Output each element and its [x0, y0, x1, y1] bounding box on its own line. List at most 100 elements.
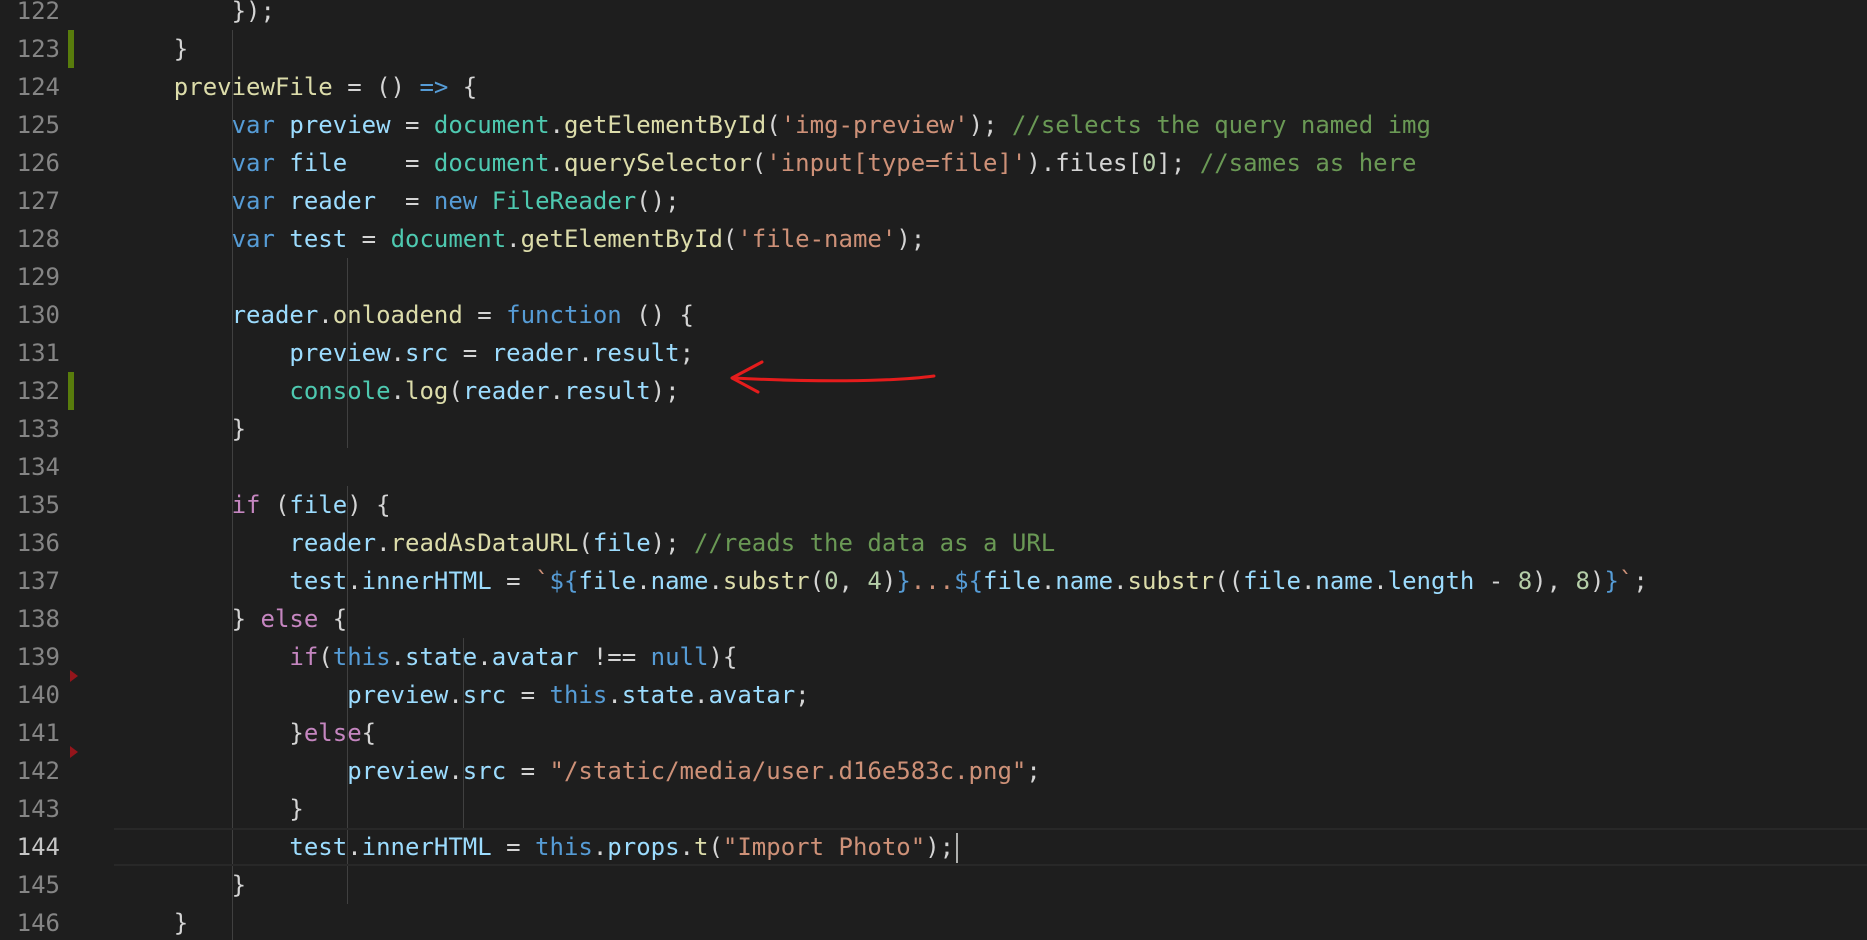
line-number[interactable]: 128	[0, 220, 60, 258]
line-code[interactable]: }	[116, 790, 303, 828]
line-number[interactable]: 145	[0, 866, 60, 904]
line-number[interactable]: 138	[0, 600, 60, 638]
code-line[interactable]: 130 reader.onloadend = function () {	[0, 296, 1867, 334]
code-line[interactable]: 137 test.innerHTML = `${file.name.substr…	[0, 562, 1867, 600]
code-token: result	[563, 377, 651, 405]
line-code[interactable]: test.innerHTML = `${file.name.substr(0, …	[116, 562, 1647, 600]
line-number[interactable]: 127	[0, 182, 60, 220]
code-line[interactable]: 125 var preview = document.getElementByI…	[0, 106, 1867, 144]
code-line[interactable]: 136 reader.readAsDataURL(file); //reads …	[0, 524, 1867, 562]
line-number[interactable]: 132	[0, 372, 60, 410]
code-area[interactable]: 122 }); 123 } 124 previewFile = () => {125…	[0, 0, 1867, 940]
line-code[interactable]: preview.src = this.state.avatar;	[116, 676, 809, 714]
line-code[interactable]: });	[116, 0, 275, 30]
code-line[interactable]: 145 }	[0, 866, 1867, 904]
code-token: ${	[954, 567, 984, 595]
code-line[interactable]: 126 var file = document.querySelector('i…	[0, 144, 1867, 182]
line-number[interactable]: 137	[0, 562, 60, 600]
code-line[interactable]: 123 }	[0, 30, 1867, 68]
code-line[interactable]: 139 if(this.state.avatar !== null){	[0, 638, 1867, 682]
line-number[interactable]: 126	[0, 144, 60, 182]
code-line[interactable]: 128 var test = document.getElementById('…	[0, 220, 1867, 258]
code-token: test	[289, 225, 348, 253]
code-line[interactable]: 146 }	[0, 904, 1867, 940]
line-code[interactable]: var reader = new FileReader();	[116, 182, 680, 220]
code-token: src	[462, 681, 507, 709]
line-code[interactable]: test.innerHTML = this.props.t("Import Ph…	[116, 828, 959, 866]
line-number[interactable]: 134	[0, 448, 60, 486]
code-line[interactable]: 124 previewFile = () => {	[0, 68, 1867, 106]
line-code[interactable]: }	[116, 410, 246, 448]
line-number[interactable]: 142	[0, 752, 60, 790]
code-token: file	[289, 491, 348, 519]
line-number[interactable]: 124	[0, 68, 60, 106]
line-code[interactable]: previewFile = () => {	[116, 68, 477, 106]
code-token: .	[506, 225, 521, 253]
line-code[interactable]: }	[116, 866, 246, 904]
code-line[interactable]: 141 }else{	[0, 714, 1867, 758]
code-line[interactable]: 122 });	[0, 0, 1867, 30]
code-line[interactable]: 133 }	[0, 410, 1867, 448]
code-line[interactable]: 138 } else {	[0, 600, 1867, 638]
line-code[interactable]: reader.onloadend = function () {	[116, 296, 694, 334]
code-token: .	[578, 339, 593, 367]
code-line[interactable]: 134	[0, 448, 1867, 486]
line-code[interactable]: var file = document.querySelector('input…	[116, 144, 1417, 182]
line-code[interactable]: }	[116, 904, 188, 940]
code-token: () {	[621, 301, 694, 329]
line-code[interactable]: if(this.state.avatar !== null){	[116, 638, 737, 676]
code-token: });	[116, 0, 275, 25]
code-token: }	[1604, 567, 1619, 595]
code-token: reader	[231, 301, 319, 329]
code-line[interactable]: 140 preview.src = this.state.avatar;	[0, 676, 1867, 714]
line-number[interactable]: 125	[0, 106, 60, 144]
code-token: var	[231, 111, 275, 139]
line-number[interactable]: 143	[0, 790, 60, 828]
code-token: ];	[1156, 149, 1200, 177]
line-code[interactable]: preview.src = reader.result;	[116, 334, 694, 372]
line-number[interactable]: 130	[0, 296, 60, 334]
code-line[interactable]: 143 }	[0, 790, 1867, 828]
code-line[interactable]: 144 test.innerHTML = this.props.t("Impor…	[0, 828, 1867, 866]
line-number[interactable]: 135	[0, 486, 60, 524]
line-number[interactable]: 122	[0, 0, 60, 30]
line-number[interactable]: 136	[0, 524, 60, 562]
line-number[interactable]: 139	[0, 638, 60, 676]
line-number[interactable]: 144	[0, 828, 60, 866]
line-code[interactable]: console.log(reader.result);	[116, 372, 679, 410]
code-token: ) {	[347, 491, 391, 519]
line-number[interactable]: 141	[0, 714, 60, 752]
code-token: ${	[549, 567, 579, 595]
code-token: //sames as here	[1199, 149, 1417, 177]
line-number[interactable]: 131	[0, 334, 60, 372]
code-token: ;	[1026, 757, 1041, 785]
line-code[interactable]: if (file) {	[116, 486, 391, 524]
modified-line-marker[interactable]	[68, 30, 74, 68]
code-token: if	[231, 491, 261, 519]
code-editor[interactable]: 122 }); 123 } 124 previewFile = () => {125…	[0, 0, 1867, 940]
line-number[interactable]: 129	[0, 258, 60, 296]
code-line[interactable]: 135 if (file) {	[0, 486, 1867, 524]
code-line[interactable]: 129	[0, 258, 1867, 296]
code-token: reader	[289, 187, 377, 215]
code-token: (	[708, 833, 723, 861]
line-code[interactable]: } else {	[116, 600, 348, 638]
line-code[interactable]: }	[116, 30, 188, 68]
line-code[interactable]: var preview = document.getElementById('i…	[116, 106, 1431, 144]
modified-line-marker[interactable]	[68, 372, 74, 410]
line-code[interactable]: preview.src = "/static/media/user.d16e58…	[116, 752, 1041, 790]
code-line[interactable]: 142 preview.src = "/static/media/user.d1…	[0, 752, 1867, 790]
line-code[interactable]: }else{	[116, 714, 376, 752]
code-token: }	[116, 35, 189, 63]
line-number[interactable]: 133	[0, 410, 60, 448]
red-arrow-annotation	[730, 360, 936, 394]
code-token: =	[376, 187, 434, 215]
code-line[interactable]: 127 var reader = new FileReader();	[0, 182, 1867, 220]
line-number[interactable]: 146	[0, 904, 60, 940]
code-token: =	[506, 757, 550, 785]
line-code[interactable]: reader.readAsDataURL(file); //reads the …	[116, 524, 1055, 562]
line-number[interactable]: 140	[0, 676, 60, 714]
line-number[interactable]: 123	[0, 30, 60, 68]
line-code[interactable]: var test = document.getElementById('file…	[116, 220, 926, 258]
